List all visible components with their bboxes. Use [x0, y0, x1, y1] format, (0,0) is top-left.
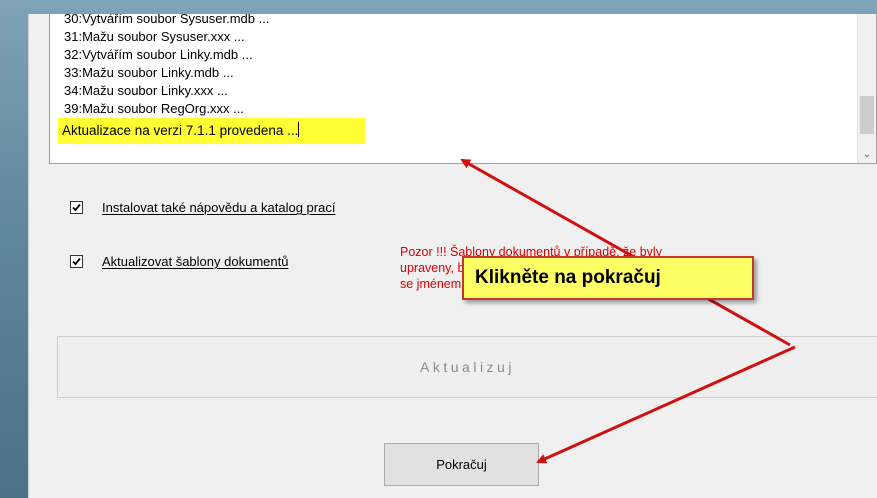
arrow-to-continue-button	[536, 345, 796, 464]
callout-note: Klikněte na pokračuj	[462, 256, 754, 300]
callout-text: Klikněte na pokračuj	[475, 267, 661, 288]
annotation-arrows	[460, 158, 796, 464]
arrow-to-log-line	[460, 158, 791, 347]
